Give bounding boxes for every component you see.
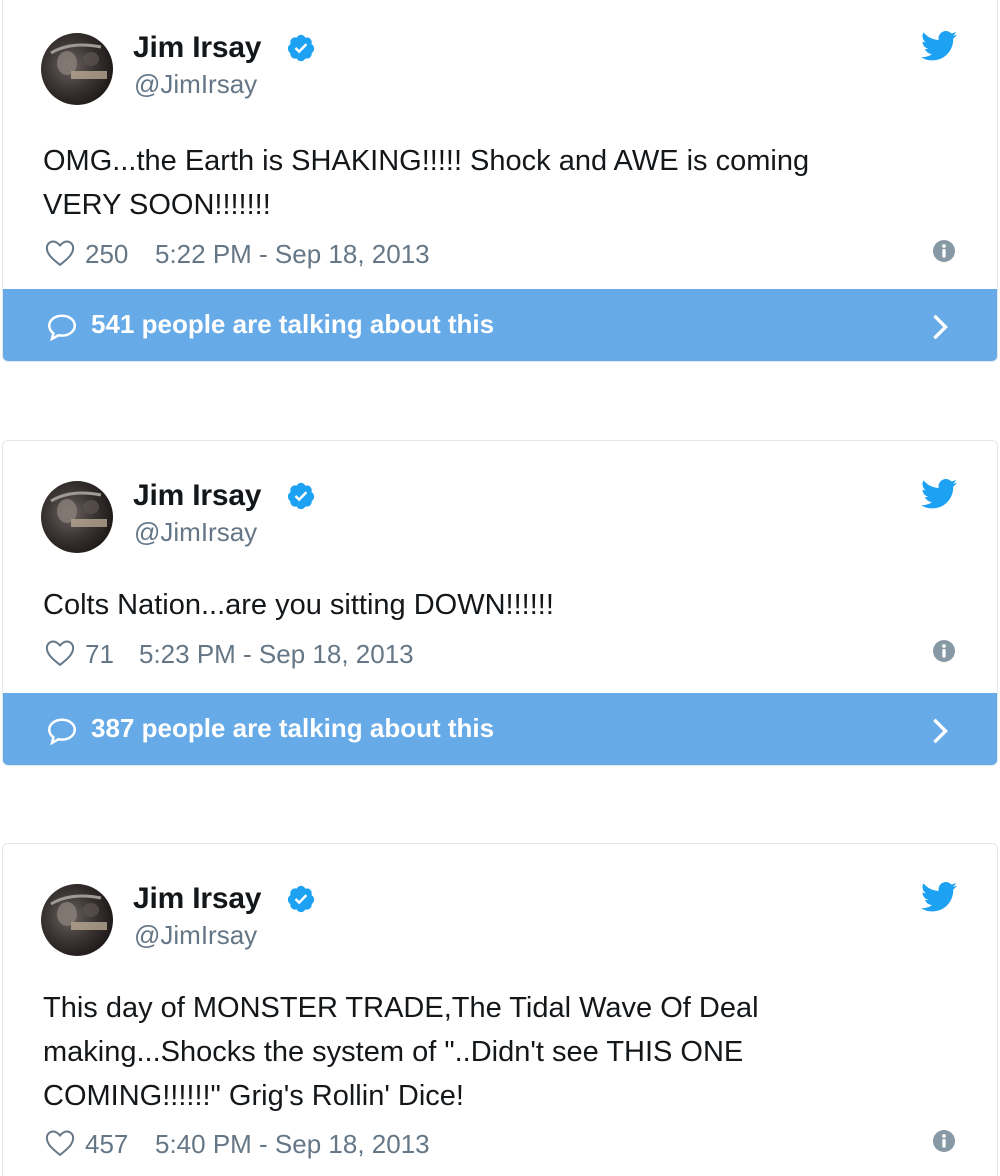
heart-icon[interactable] (45, 239, 75, 267)
timestamp[interactable]: 5:40 PM - Sep 18, 2013 (155, 1129, 430, 1160)
tweet-text-line: OMG...the Earth is SHAKING!!!!! Shock an… (43, 145, 810, 177)
tweet-text-line: Colts Nation...are you sitting DOWN!!!!!… (43, 589, 554, 621)
author-name[interactable]: Jim Irsay (133, 31, 261, 65)
info-icon[interactable] (933, 640, 955, 662)
tweet-text-line: making...Shocks the system of "..Didn't … (43, 1036, 744, 1068)
tweet-card: Jim Irsay @JimIrsay This day of MONSTER … (2, 843, 998, 1176)
verified-badge-icon (287, 34, 315, 62)
twitter-bird-icon[interactable] (921, 882, 957, 912)
talking-about-label[interactable]: 541 people are talking about this (91, 309, 494, 340)
info-icon[interactable] (933, 1130, 955, 1152)
info-icon[interactable] (933, 240, 955, 262)
avatar[interactable] (41, 884, 113, 956)
tweet-meta: 250 5:22 PM - Sep 18, 2013 (43, 237, 955, 271)
like-count: 250 (85, 239, 129, 269)
twitter-bird-icon[interactable] (921, 31, 957, 61)
timestamp[interactable]: 5:22 PM - Sep 18, 2013 (155, 239, 430, 270)
tweet-text-line: VERY SOON!!!!!!! (43, 189, 271, 221)
tweet-text-line: This day of MONSTER TRADE,The Tidal Wave… (43, 992, 759, 1024)
chevron-right-icon (933, 314, 948, 340)
speech-bubble-icon (47, 314, 77, 341)
avatar[interactable] (41, 33, 113, 105)
author-handle[interactable]: @JimIrsay (134, 920, 257, 951)
like-count: 457 (85, 1129, 129, 1159)
tweet-header: Jim Irsay @JimIrsay (41, 31, 961, 107)
author-handle[interactable]: @JimIrsay (134, 69, 257, 100)
verified-badge-icon (287, 885, 315, 913)
chevron-right-icon (933, 718, 948, 744)
tweet-header: Jim Irsay @JimIrsay (41, 882, 961, 958)
tweet-text: Colts Nation...are you sitting DOWN!!!!!… (43, 583, 943, 627)
author-name[interactable]: Jim Irsay (133, 882, 261, 916)
verified-badge-icon (287, 482, 315, 510)
tweet-text: This day of MONSTER TRADE,The Tidal Wave… (43, 986, 943, 1118)
tweet-meta: 71 5:23 PM - Sep 18, 2013 (43, 637, 955, 671)
tweet-text: OMG...the Earth is SHAKING!!!!! Shock an… (43, 139, 943, 227)
tweet-header: Jim Irsay @JimIrsay (41, 479, 961, 555)
talking-about-bar[interactable]: 387 people are talking about this (3, 693, 997, 765)
heart-icon[interactable] (45, 639, 75, 667)
tweet-text-line: COMING!!!!!!" Grig's Rollin' Dice! (43, 1080, 464, 1112)
twitter-bird-icon[interactable] (921, 479, 957, 509)
like-count: 71 (85, 639, 114, 669)
tweet-card: Jim Irsay @JimIrsay Colts Nation...are y… (2, 440, 998, 766)
talking-about-label[interactable]: 387 people are talking about this (91, 713, 494, 744)
speech-bubble-icon (47, 718, 77, 745)
timestamp[interactable]: 5:23 PM - Sep 18, 2013 (139, 639, 414, 670)
author-handle[interactable]: @JimIrsay (134, 517, 257, 548)
author-name[interactable]: Jim Irsay (133, 479, 261, 513)
heart-icon[interactable] (45, 1129, 75, 1157)
tweet-card: Jim Irsay @JimIrsay OMG...the Earth is S… (2, 0, 998, 362)
avatar[interactable] (41, 481, 113, 553)
talking-about-bar[interactable]: 541 people are talking about this (3, 289, 997, 361)
tweet-meta: 457 5:40 PM - Sep 18, 2013 (43, 1127, 955, 1161)
